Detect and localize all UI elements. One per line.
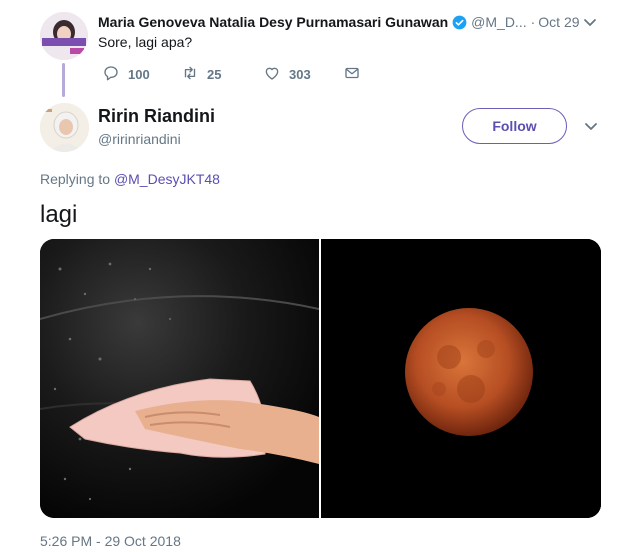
reply-icon [102,64,120,85]
parent-author-name[interactable]: Maria Genoveva Natalia Desy Purnamasari … [98,14,448,30]
verified-badge-icon [452,15,467,30]
reply-count: 100 [128,67,150,82]
reply-button[interactable]: 100 [102,64,181,85]
retweet-button[interactable]: 25 [181,64,263,85]
parent-header: Maria Genoveva Natalia Desy Purnamasari … [98,13,580,31]
separator-dot: · [530,14,536,30]
replying-prefix: Replying to [40,171,111,187]
media-image-blood-moon[interactable] [321,239,601,518]
chevron-down-icon[interactable] [583,118,599,134]
tweet-text: lagi [40,201,78,228]
author-name[interactable]: Ririn Riandini [98,106,215,127]
retweet-icon [181,64,199,85]
parent-author-handle[interactable]: @M_D... [471,14,526,30]
follow-button[interactable]: Follow [462,108,567,144]
chevron-down-icon[interactable] [582,14,598,30]
replying-to-handle-link[interactable]: @M_DesyJKT48 [114,171,220,187]
like-button[interactable]: 303 [263,64,343,85]
direct-message-button[interactable] [343,64,361,85]
tweet-actions: 100 25 303 [102,64,361,85]
author-handle[interactable]: @ririnriandini [98,131,181,147]
envelope-icon [343,64,361,85]
parent-date[interactable]: Oct 29 [538,14,579,30]
thread-connector-line [62,63,65,97]
parent-tweet-text: Sore, lagi apa? [98,34,193,50]
parent-tweet[interactable]: Maria Genoveva Natalia Desy Purnamasari … [0,0,639,97]
retweet-count: 25 [207,67,222,82]
tweet-timestamp[interactable]: 5:26 PM - 29 Oct 2018 [40,533,181,549]
replying-to: Replying to @M_DesyJKT48 [40,171,220,187]
parent-avatar[interactable] [40,12,88,60]
like-count: 303 [289,67,311,82]
author-avatar[interactable] [40,103,89,152]
media-image-car-polish[interactable] [40,239,320,518]
heart-icon [263,64,281,85]
media-grid [40,239,601,518]
